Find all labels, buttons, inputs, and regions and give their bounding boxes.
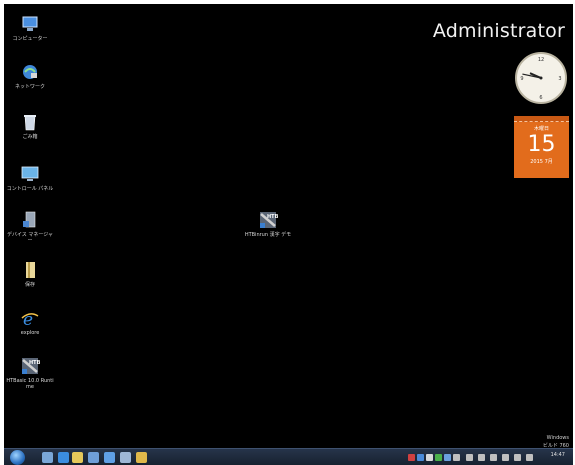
- tray-icon[interactable]: [514, 454, 521, 461]
- tray-icon[interactable]: [466, 454, 473, 461]
- svg-text:HTB: HTB: [267, 214, 278, 220]
- desktop-icon-device-manager[interactable]: デバイス マネージャー: [6, 210, 54, 244]
- control-panel-icon: [21, 166, 39, 181]
- window-icon[interactable]: [120, 452, 131, 463]
- tray-icon[interactable]: [417, 454, 424, 461]
- htbasic-icon: HTB: [260, 212, 278, 228]
- clock-gadget[interactable]: 12 3 6 9: [514, 51, 568, 105]
- internet-explorer-icon: e: [21, 310, 39, 328]
- svg-text:e: e: [23, 310, 33, 328]
- tray-icon[interactable]: [526, 454, 533, 461]
- desktop-icon-label: 保存: [24, 282, 35, 288]
- desktop-icon-folder[interactable]: 保存: [6, 260, 54, 288]
- taskbar-clock[interactable]: 14:47: [551, 452, 565, 458]
- watermark-line-1: Windows: [546, 435, 569, 441]
- desktop-icon-network[interactable]: ネットワーク: [6, 62, 54, 90]
- desktop-icon-label: HTBasic 10.0 Runtime: [6, 378, 54, 390]
- calendar-year-month: 2015 7月: [530, 159, 553, 165]
- desktop-icon-recycle-bin[interactable]: ごみ箱: [6, 112, 54, 140]
- calendar-gadget[interactable]: 木曜日 15 2015 7月: [514, 116, 569, 178]
- calendar-day: 15: [527, 132, 556, 157]
- start-button[interactable]: [10, 450, 25, 465]
- tray-icon[interactable]: [453, 454, 460, 461]
- monitor-icon[interactable]: [104, 452, 115, 463]
- desktop-icon-label: ごみ箱: [22, 134, 38, 140]
- user-name: Administrator: [432, 20, 565, 42]
- desktop: コンピューター ネットワーク ごみ箱 コントロール パネル デバイス マネージャ…: [4, 4, 573, 465]
- desktop-icon-htbinrun-demo[interactable]: HTB HTBinrun 漢字 デモ: [244, 210, 292, 238]
- folder-icon[interactable]: [42, 452, 53, 463]
- desktop-icon-label: explore: [20, 330, 40, 336]
- computer-icon: [22, 16, 38, 31]
- desktop-icon-computer[interactable]: コンピューター: [6, 14, 54, 42]
- recycle-bin-icon: [24, 115, 36, 131]
- desktop-icon-label: ネットワーク: [14, 84, 45, 90]
- calendar-icon[interactable]: [136, 452, 147, 463]
- tray-icon[interactable]: [408, 454, 415, 461]
- desktop-icon-explore[interactable]: e explore: [6, 308, 54, 336]
- tray-icon[interactable]: [435, 454, 442, 461]
- desktop-icon-label: HTBinrun 漢字 デモ: [244, 232, 292, 238]
- desktop-icon-control-panel[interactable]: コントロール パネル: [6, 164, 54, 192]
- svg-text:HTB: HTB: [29, 360, 40, 366]
- tray-icon[interactable]: [490, 454, 497, 461]
- tray-icon[interactable]: [502, 454, 509, 461]
- calendar-rings: [514, 116, 569, 122]
- calendar-weekday: 木曜日: [533, 126, 549, 132]
- svg-text:3: 3: [558, 76, 561, 82]
- device-manager-icon: [23, 211, 36, 228]
- folder-icon: [26, 262, 35, 278]
- desktop-icon-label: デバイス マネージャー: [6, 232, 54, 244]
- tray-icon[interactable]: [444, 454, 451, 461]
- taskbar: 14:47: [4, 448, 573, 465]
- desktop-icon-label: コンピューター: [12, 36, 48, 42]
- desktop-icon-label: コントロール パネル: [6, 186, 54, 192]
- svg-text:6: 6: [539, 95, 542, 101]
- svg-text:9: 9: [520, 76, 523, 82]
- svg-text:12: 12: [538, 57, 544, 63]
- network-icon: [23, 65, 37, 79]
- tray-icon[interactable]: [478, 454, 485, 461]
- media-player-icon[interactable]: [88, 452, 99, 463]
- htbasic-icon: HTB: [22, 358, 40, 374]
- folder-icon[interactable]: [72, 452, 83, 463]
- internet-explorer-icon[interactable]: [58, 452, 69, 463]
- desktop-icon-htbasic-runtime[interactable]: HTB HTBasic 10.0 Runtime: [6, 356, 54, 390]
- tray-icon[interactable]: [426, 454, 433, 461]
